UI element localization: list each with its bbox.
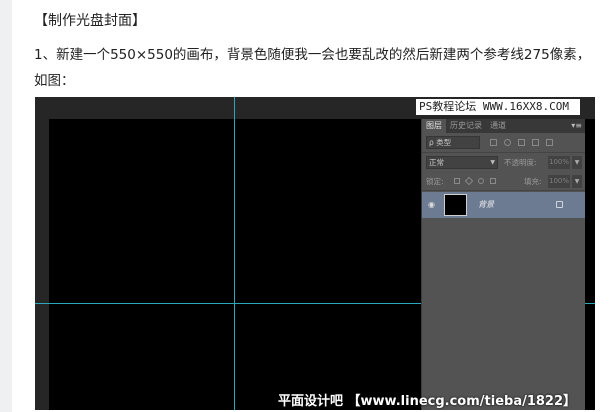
- site-watermark: PS教程论坛 WWW.16XX8.COM: [416, 99, 580, 115]
- blend-mode-select[interactable]: 正常 ▼: [426, 156, 498, 169]
- filter-kind-select[interactable]: ρ 类型: [426, 136, 480, 149]
- fill-dropdown-icon[interactable]: ▼: [572, 175, 582, 188]
- photoshop-screenshot: PS教程论坛 WWW.16XX8.COM 图层 历史记录 通道 ▾≡ ρ 类型 …: [35, 97, 595, 410]
- panel-divider: [422, 152, 585, 153]
- opacity-label: 不透明度:: [504, 158, 537, 167]
- tab-layers[interactable]: 图层: [422, 119, 446, 133]
- opacity-input[interactable]: 100%: [548, 156, 570, 169]
- panel-divider: [422, 190, 585, 191]
- article-title: 【制作光盘封面】: [34, 13, 146, 29]
- lock-image-icon[interactable]: [464, 176, 474, 186]
- layers-panel: 图层 历史记录 通道 ▾≡ ρ 类型 正常 ▼ 不透明度: 100% ▼ 锁定:: [421, 119, 585, 410]
- layer-thumbnail: [444, 194, 467, 216]
- fill-label: 填充:: [524, 177, 542, 186]
- tab-history[interactable]: 历史记录: [450, 119, 482, 133]
- blend-row: 正常 ▼ 不透明度: 100% ▼: [426, 156, 584, 169]
- bottom-watermark: 平面设计吧 【www.linecg.com/tieba/1822】: [278, 394, 577, 409]
- layer-filter-row: ρ 类型: [426, 136, 580, 149]
- lock-position-icon[interactable]: [478, 178, 484, 184]
- chevron-down-icon: ▼: [490, 159, 495, 166]
- filter-adjustment-icon[interactable]: [504, 139, 511, 146]
- article-paragraph: 1、新建一个550×550的画布，背景色随便我一会也要乱改的然后新建两个参考线2…: [34, 47, 591, 89]
- blend-mode-value: 正常: [429, 158, 444, 167]
- tab-channels[interactable]: 通道: [490, 119, 506, 133]
- eye-icon[interactable]: ◉: [428, 201, 435, 209]
- layer-row-background[interactable]: ◉ 背景: [422, 192, 585, 218]
- lock-transparent-icon[interactable]: [454, 178, 460, 184]
- vertical-guide[interactable]: [234, 97, 235, 410]
- lock-label: 锁定:: [426, 177, 444, 186]
- lock-icon: [556, 201, 563, 208]
- panel-tab-row: 图层 历史记录 通道 ▾≡: [422, 119, 585, 133]
- page-left-margin: [0, 0, 12, 412]
- opacity-dropdown-icon[interactable]: ▼: [572, 156, 582, 169]
- lock-all-icon[interactable]: [490, 178, 496, 184]
- fill-input[interactable]: 100%: [548, 175, 570, 188]
- lock-row: 锁定: 填充: 100% ▼: [426, 175, 584, 188]
- panel-menu-icon[interactable]: ▾≡: [571, 119, 582, 133]
- filter-shape-icon[interactable]: [532, 139, 539, 146]
- filter-smart-object-icon[interactable]: [546, 139, 553, 146]
- layer-name: 背景: [478, 200, 494, 209]
- filter-pixel-icon[interactable]: [490, 139, 497, 146]
- filter-type-icon[interactable]: [518, 139, 525, 146]
